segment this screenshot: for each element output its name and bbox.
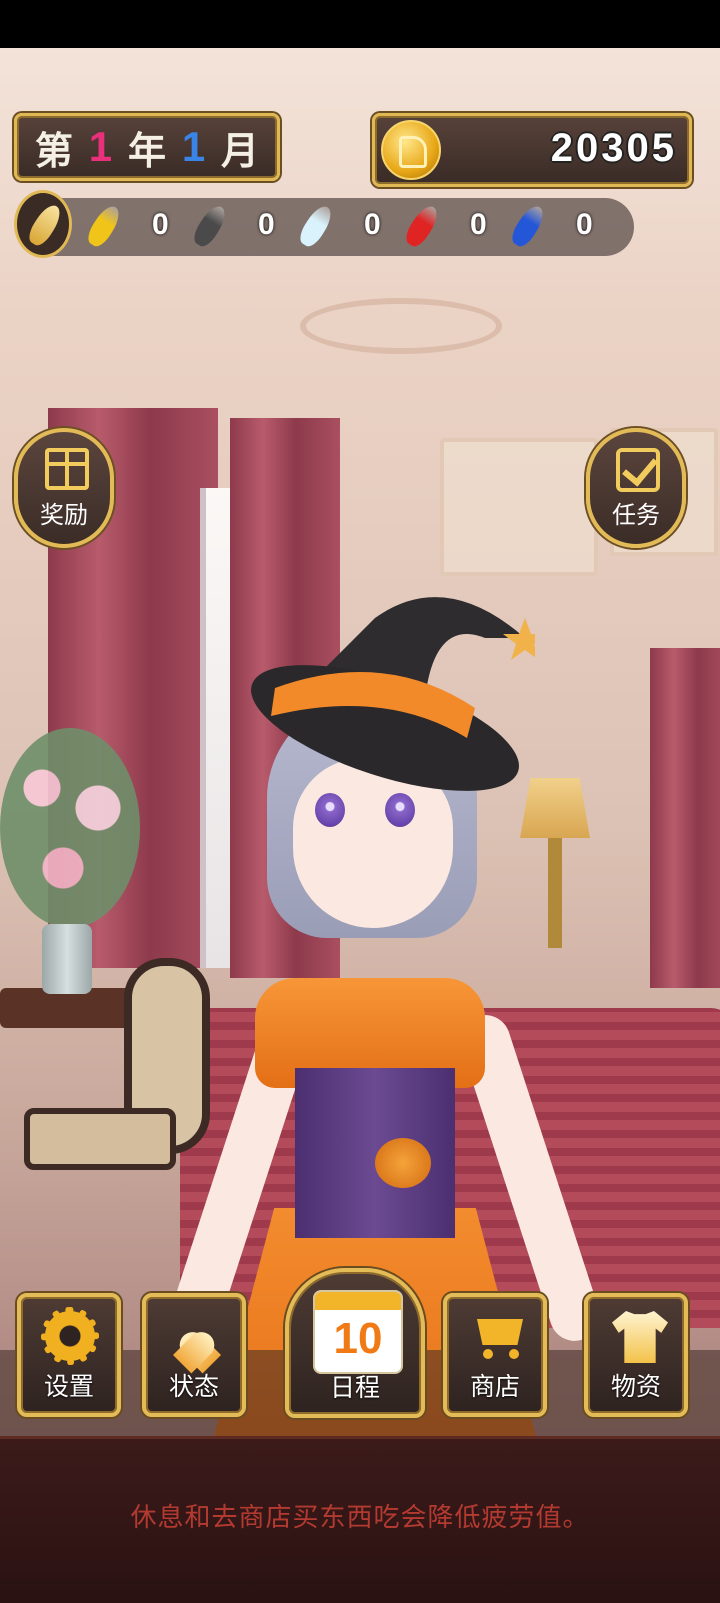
red-feather-count: 0 xyxy=(470,208,487,241)
task-label: 任务 xyxy=(612,501,660,529)
month-number: 1 xyxy=(181,123,206,170)
black-feather-icon xyxy=(189,202,231,250)
red-feather-icon xyxy=(401,202,443,250)
settings-label: 设置 xyxy=(43,1372,94,1401)
ceiling-ornament xyxy=(300,298,502,354)
shirt-icon xyxy=(612,1311,668,1363)
reward-label: 奖励 xyxy=(40,501,88,529)
heart-icon xyxy=(173,1315,221,1361)
bodice xyxy=(295,1068,455,1238)
date-display: 第 1 年 1 月 xyxy=(14,113,280,181)
gift-icon xyxy=(45,448,89,490)
bed-canopy xyxy=(650,648,720,988)
feather-icon xyxy=(24,201,66,249)
items-button[interactable]: 物资 xyxy=(584,1293,688,1417)
settings-button[interactable]: 设置 xyxy=(17,1293,121,1417)
calendar-day: 10 xyxy=(333,1314,383,1363)
chair xyxy=(24,958,210,1218)
shop-label: 商店 xyxy=(469,1372,520,1401)
status-button[interactable]: 状态 xyxy=(142,1293,246,1417)
blue-feather-count: 0 xyxy=(576,208,593,241)
white-feather-icon xyxy=(295,202,337,250)
chair-seat xyxy=(24,1108,176,1170)
wall-panel xyxy=(440,438,598,576)
pumpkin-ornament xyxy=(375,1138,431,1188)
year-number: 1 xyxy=(88,123,113,170)
flower-bouquet xyxy=(0,728,140,928)
month-unit: 月 xyxy=(221,130,260,173)
witch-hat xyxy=(251,597,535,791)
shop-button[interactable]: 商店 xyxy=(443,1293,547,1417)
gold-coin-icon xyxy=(381,120,441,180)
status-label: 状态 xyxy=(168,1372,219,1401)
feather-menu-button[interactable] xyxy=(14,190,72,258)
hint-footer: 休息和去商店买东西吃会降低疲劳值。 xyxy=(0,1436,720,1603)
checklist-icon xyxy=(616,448,660,492)
date-prefix: 第 xyxy=(34,130,73,173)
schedule-button[interactable]: 10 日程 xyxy=(285,1268,425,1418)
items-label: 物资 xyxy=(610,1372,661,1401)
reward-button[interactable]: 奖励 xyxy=(14,428,114,548)
feather-bar: 0 0 0 0 0 xyxy=(16,198,634,256)
year-unit: 年 xyxy=(127,130,166,173)
schedule-label: 日程 xyxy=(329,1373,380,1402)
task-button[interactable]: 任务 xyxy=(586,428,686,548)
calendar-icon: 10 xyxy=(313,1290,403,1374)
coin-count: 20305 xyxy=(550,126,677,170)
gold-feather-icon xyxy=(83,202,125,250)
white-feather-count: 0 xyxy=(364,208,381,241)
black-feather-count: 0 xyxy=(258,208,275,241)
gear-icon xyxy=(41,1307,99,1365)
gold-feather-count: 0 xyxy=(152,208,169,241)
blue-feather-icon xyxy=(507,202,549,250)
shopping-cart-icon xyxy=(471,1315,525,1359)
coin-display: 20305 xyxy=(372,113,692,187)
hint-text: 休息和去商店买东西吃会降低疲劳值。 xyxy=(130,1503,590,1533)
